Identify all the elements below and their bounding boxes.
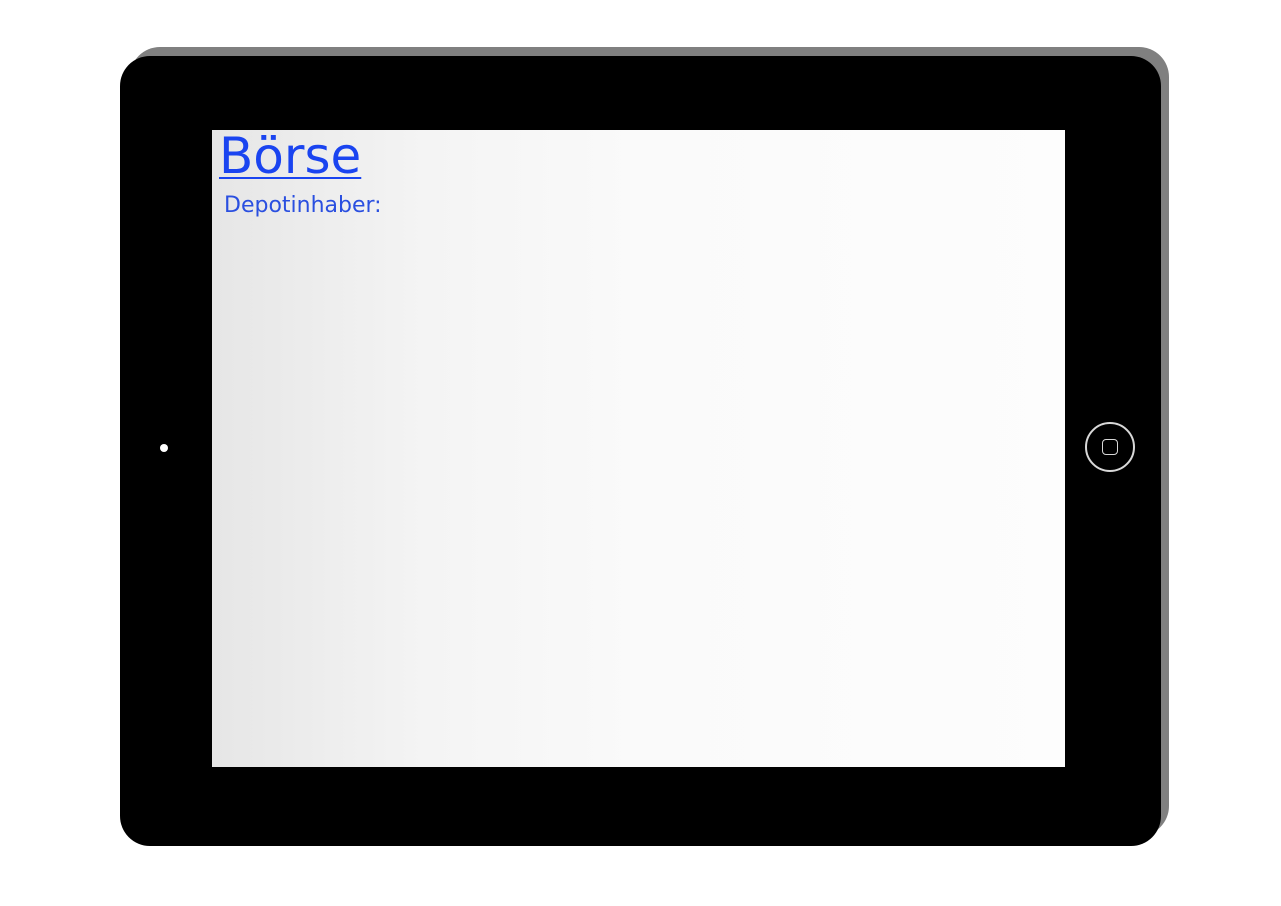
home-button[interactable] xyxy=(1085,422,1135,472)
depot-holder-label: Depotinhaber: xyxy=(224,193,382,218)
home-square-icon xyxy=(1102,439,1118,455)
camera-dot-icon xyxy=(160,444,168,452)
app-title-link[interactable]: Börse xyxy=(219,130,361,186)
tablet-screen: Börse Depotinhaber: xyxy=(212,130,1065,767)
